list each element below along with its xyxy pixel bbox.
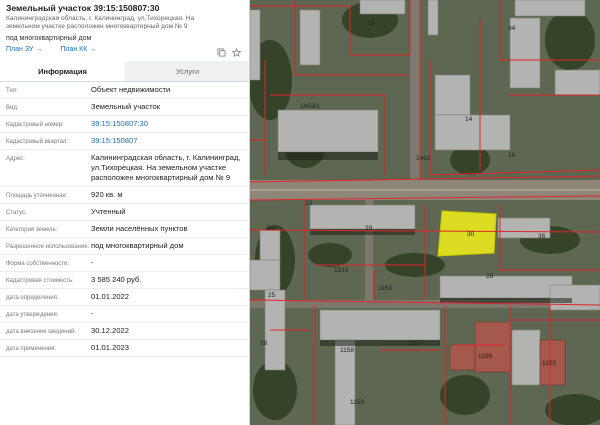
tab-information[interactable]: Информация	[0, 61, 125, 81]
property-key: дата определения:	[6, 295, 59, 301]
property-row: дата внесения сведений: 30.12.2022	[0, 323, 249, 340]
map-label: 14	[465, 116, 473, 123]
plan-links: План ЗУ → План КК →	[6, 46, 112, 53]
property-row: Категория земель: Земли населённых пункто…	[0, 221, 249, 238]
property-key: Статус:	[6, 210, 27, 216]
property-value: -	[91, 258, 94, 267]
property-value: 30.12.2022	[91, 326, 130, 335]
property-value: -	[91, 309, 94, 318]
property-row: Статус: Учтенный	[0, 204, 249, 221]
property-row: дата утверждения: -	[0, 306, 249, 323]
map-label: 1462	[416, 155, 431, 162]
map-label: 1519	[334, 267, 349, 274]
property-key: Категория земель:	[6, 227, 58, 233]
map-label: 30	[467, 231, 475, 238]
property-value: Земли населённых пунктов	[91, 224, 188, 233]
map-label: 1459/1	[300, 103, 320, 110]
map-label: 19	[367, 20, 375, 27]
property-value: Калининградская область, г. Калининград,…	[91, 153, 241, 182]
info-panel: Земельный участок 39:15:150807:30 Калини…	[0, 0, 250, 425]
property-value: 01.01.2023	[91, 343, 130, 352]
copy-icon[interactable]	[217, 44, 226, 57]
map-label: 23	[305, 200, 313, 207]
map-label: 1157	[408, 340, 422, 347]
property-value: 920 кв. м	[91, 190, 123, 199]
map-label: 1159	[350, 399, 364, 406]
cadastral-map[interactable]: 19 34 1459/1 14 16 1462 29 30 36 34 1519…	[250, 0, 600, 425]
map-label: 1163	[378, 285, 392, 292]
map-label: 1158	[340, 347, 354, 354]
map-canvas[interactable]: 19 34 1459/1 14 16 1462 29 30 36 34 1519…	[250, 0, 600, 425]
header-actions	[217, 44, 242, 57]
map-label: 36	[538, 233, 546, 240]
parcel-title: Земельный участок 39:15:150807:30	[6, 3, 160, 13]
map-label: 25	[268, 292, 276, 299]
property-key: Кадастровая стоимость:	[6, 278, 74, 284]
plan-zu-link[interactable]: План ЗУ →	[6, 46, 42, 53]
property-value: под многоквартирный дом	[91, 241, 184, 250]
property-row: Кадастровая стоимость: 3 585 240 руб.	[0, 272, 249, 289]
map-label: 1156	[478, 353, 492, 360]
property-row: Форма собственности: -	[0, 255, 249, 272]
tab-services[interactable]: Услуги	[125, 61, 249, 81]
property-key: дата внесения сведений:	[6, 329, 76, 335]
property-key: Разрешенное использование:	[6, 244, 90, 250]
map-label: 28	[486, 273, 494, 280]
property-key: Вид:	[6, 105, 19, 111]
parcel-address: Калининградская область, г. Калининград,…	[6, 15, 195, 30]
parcel-usage: под многоквартирный дом	[6, 35, 92, 42]
property-key: Кадастровый номер:	[6, 122, 64, 128]
property-row: дата определения: 01.01.2022	[0, 289, 249, 306]
property-key: Тип:	[6, 88, 18, 94]
property-row: Адрес: Калининградская область, г. Калини…	[0, 150, 249, 187]
property-key: Адрес:	[6, 156, 25, 162]
map-label: 34	[266, 225, 274, 232]
property-key: дата утверждения:	[6, 312, 59, 318]
property-list: Тип: Объект недвижимости Вид: Земельный уча…	[0, 82, 249, 357]
property-value-link[interactable]: 39:15:150807:30	[91, 119, 244, 129]
star-icon[interactable]	[231, 44, 242, 57]
property-key: Кадастровый квартал:	[6, 139, 69, 145]
property-row: Кадастровый номер: 39:15:150807:30	[0, 116, 249, 133]
map-label: 26	[260, 340, 268, 347]
property-row: Тип: Объект недвижимости	[0, 82, 249, 99]
map-label: 29	[365, 225, 373, 232]
map-label: 16	[508, 152, 516, 159]
property-row: Кадастровый квартал: 39:15:150807	[0, 133, 249, 150]
panel-tabs: Информация Услуги	[0, 61, 249, 82]
map-label: 34	[508, 25, 516, 32]
property-value-link[interactable]: 39:15:150807	[91, 136, 244, 146]
property-value: Объект недвижимости	[91, 85, 171, 94]
property-row: дата применения: 01.01.2023	[0, 340, 249, 357]
property-row: Разрешенное использование: под многокварт…	[0, 238, 249, 255]
map-label: 1155	[542, 360, 556, 367]
property-value: 3 585 240 руб.	[91, 275, 142, 284]
property-key: Форма собственности:	[6, 261, 70, 267]
property-row: Вид: Земельный участок	[0, 99, 249, 116]
plan-kk-link[interactable]: План КК →	[60, 46, 96, 53]
property-value: Учтенный	[91, 207, 126, 216]
property-key: дата применения:	[6, 346, 57, 352]
property-value: 01.01.2022	[91, 292, 130, 301]
property-value: Земельный участок	[91, 102, 161, 111]
property-key: Площадь уточненная:	[6, 193, 68, 199]
property-row: Площадь уточненная: 920 кв. м	[0, 187, 249, 204]
